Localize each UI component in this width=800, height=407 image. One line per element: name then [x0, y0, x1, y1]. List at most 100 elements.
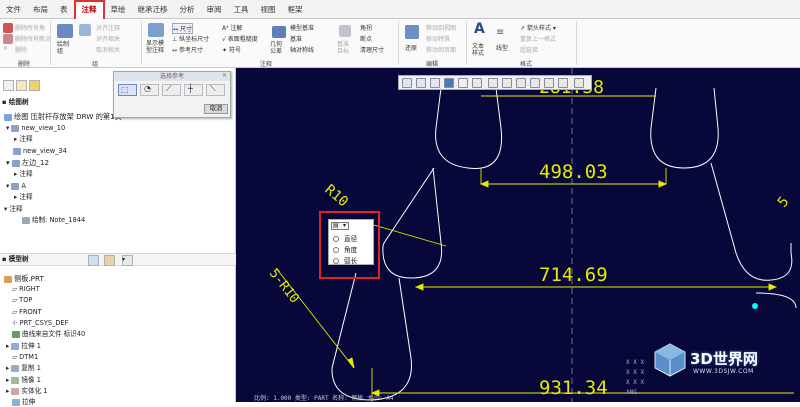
- show-icon[interactable]: [88, 255, 99, 266]
- view-icon: [13, 147, 21, 155]
- symbol-button[interactable]: ✦ 符号: [222, 45, 241, 54]
- tree-item-note[interactable]: 绘制: Note_1844: [22, 216, 85, 225]
- datum-display-icon[interactable]: [472, 78, 482, 88]
- symbol-icon: ✦: [222, 47, 229, 54]
- refit-icon[interactable]: [402, 78, 412, 88]
- ordinate-label: 纵坐标尺寸: [179, 36, 210, 43]
- surface-finish-button[interactable]: √ 表面粗糙度: [222, 34, 258, 43]
- cleanup-button[interactable]: 还原: [405, 43, 417, 52]
- menu-analysis[interactable]: 分析: [174, 0, 201, 19]
- tree-item-annotation-root[interactable]: ▾ 注释: [4, 205, 23, 214]
- menu-legacy-migration[interactable]: 继承迁移: [132, 0, 174, 19]
- model-item-label: 拉伸: [22, 398, 36, 406]
- select-entity-icon: ⬚: [121, 85, 129, 94]
- datum-feature-button[interactable]: 模型基准: [290, 23, 314, 32]
- tree-item-view-34[interactable]: new_view_34: [13, 147, 67, 156]
- move-special-button[interactable]: 移动特殊: [426, 34, 450, 43]
- axis-to-profile-button[interactable]: 轴对称线: [290, 45, 314, 54]
- spin-center-icon[interactable]: [488, 78, 498, 88]
- menu-layout[interactable]: 布局: [27, 0, 54, 19]
- menu-table[interactable]: 表: [54, 0, 74, 19]
- tree-item-label: 注释: [19, 135, 33, 143]
- model-item-top[interactable]: ▱ TOP: [12, 296, 32, 305]
- display-style-icon[interactable]: [458, 78, 468, 88]
- move-to-view-button[interactable]: 移动到视图: [426, 23, 456, 32]
- model-item-part[interactable]: 侧板.PRT: [4, 274, 44, 283]
- show-csys-icon[interactable]: [530, 78, 540, 88]
- table-marks: X X X X X X X X X ANG: [626, 359, 644, 396]
- tree-item-view-10[interactable]: ▾ new_view_10: [6, 124, 65, 133]
- show-axes-icon[interactable]: [502, 78, 512, 88]
- dimension-label: 尺寸: [179, 26, 192, 33]
- menu-sketch[interactable]: 草绘: [105, 0, 132, 19]
- group-label-format: 格式: [520, 61, 533, 68]
- dimension-button[interactable]: ↔ 尺寸: [172, 23, 193, 34]
- favorites-icon[interactable]: [29, 80, 40, 91]
- zoom-in-icon[interactable]: [416, 78, 426, 88]
- delete-all-breakpoints-button[interactable]: 删除所有断点: [15, 34, 51, 43]
- gtol-button[interactable]: 几何公差: [270, 41, 286, 55]
- menu-review[interactable]: 审阅: [201, 0, 228, 19]
- align-annotation-button[interactable]: 对齐注释: [96, 23, 120, 32]
- reference-dimension-button[interactable]: ↔ 参考尺寸: [172, 45, 203, 54]
- model-item-extrude[interactable]: 拉伸: [12, 398, 35, 407]
- repaint-icon[interactable]: [444, 78, 454, 88]
- draw-group-button[interactable]: 绘制组: [57, 41, 73, 55]
- text-style-button[interactable]: 文本样式: [472, 43, 488, 57]
- model-item-copy-1[interactable]: ▸ 复制 1: [6, 364, 41, 373]
- tangent-icon: ◔: [144, 84, 151, 93]
- folder-icon[interactable]: [16, 80, 27, 91]
- menu-view[interactable]: 视图: [255, 0, 282, 19]
- ordinate-dimension-button[interactable]: ⊥ 纵坐标尺寸: [172, 34, 209, 43]
- hyperlink-button[interactable]: 超链接: [520, 45, 538, 54]
- show-points-icon[interactable]: [516, 78, 526, 88]
- datum-button[interactable]: 基准: [290, 34, 302, 43]
- align-related-button[interactable]: 对齐相关: [96, 34, 120, 43]
- note-button[interactable]: A⁴ 注解: [222, 23, 242, 32]
- clean-dimensions-button[interactable]: 清理尺寸: [360, 45, 384, 54]
- model-item-extrude-1[interactable]: ▸ 拉伸 1: [6, 342, 41, 351]
- solidify-icon: [11, 387, 20, 395]
- tree-item-annotation[interactable]: ▸ 注释: [14, 135, 33, 144]
- model-item-solidify-1[interactable]: ▸ 实体化 1: [6, 387, 47, 396]
- move-to-sheet-button[interactable]: 移动到页面: [426, 45, 456, 54]
- menu-frame[interactable]: 框架: [282, 0, 309, 19]
- watermark-logo: [652, 342, 688, 378]
- highlight-box: [319, 211, 380, 279]
- annotation-display-icon[interactable]: [558, 78, 568, 88]
- model-item-curve[interactable]: 曲线来自文件 标识40: [12, 330, 85, 339]
- settings-icon[interactable]: [104, 255, 115, 266]
- breakpoint-button[interactable]: 断点: [360, 34, 372, 43]
- delete-button[interactable]: 删除: [15, 45, 27, 54]
- close-icon[interactable]: ×: [222, 72, 227, 79]
- select-intersect-button[interactable]: [184, 84, 203, 96]
- repeat-last-format-button[interactable]: 重复上一格式: [520, 34, 556, 43]
- tree-item-left-12[interactable]: ▾ 左边_12: [6, 158, 49, 167]
- model-item-csys[interactable]: ⊹ PRT_CSYS_DEF: [12, 319, 68, 328]
- delete-all-corners-button[interactable]: 删除所有角: [15, 23, 45, 32]
- view-manager-icon[interactable]: [574, 78, 584, 88]
- model-item-right[interactable]: ▱ RIGHT: [12, 285, 40, 294]
- tree-item-annotation[interactable]: ▸ 注释: [14, 193, 33, 202]
- model-item-front[interactable]: ▱ FRONT: [12, 308, 42, 317]
- arrow-style-button[interactable]: ↗ 箭头样式 ▾: [520, 23, 556, 32]
- corner-button[interactable]: 角拐: [360, 23, 372, 32]
- group-label-group: 组: [92, 61, 99, 68]
- menu-file[interactable]: 文件: [0, 0, 27, 19]
- model-item-dtm1[interactable]: ▱ DTM1: [12, 353, 38, 362]
- layers-icon[interactable]: [3, 80, 14, 91]
- slot-bottom-right: [755, 292, 797, 309]
- zoom-out-icon[interactable]: [430, 78, 440, 88]
- datum-target-button[interactable]: 基准目标: [337, 41, 353, 55]
- model-item-mirror-1[interactable]: ▸ 镜像 1: [6, 376, 41, 385]
- cancel-button[interactable]: 取消: [204, 104, 228, 114]
- line-style-button[interactable]: 线型: [496, 43, 508, 52]
- menu-annotate[interactable]: 注释: [73, 0, 105, 19]
- tree-item-view-a[interactable]: ▾ A: [6, 182, 26, 191]
- menu-tools[interactable]: 工具: [228, 0, 255, 19]
- cancel-related-button[interactable]: 取消相关: [96, 45, 120, 54]
- show-planes-icon[interactable]: [544, 78, 554, 88]
- tree-item-annotation[interactable]: ▸ 注释: [14, 170, 33, 179]
- tree-item-sheet[interactable]: 绘图 压射杆存放架 DRW 的第1页: [4, 112, 122, 121]
- show-model-annotations-button[interactable]: 显示模型注释: [146, 40, 168, 54]
